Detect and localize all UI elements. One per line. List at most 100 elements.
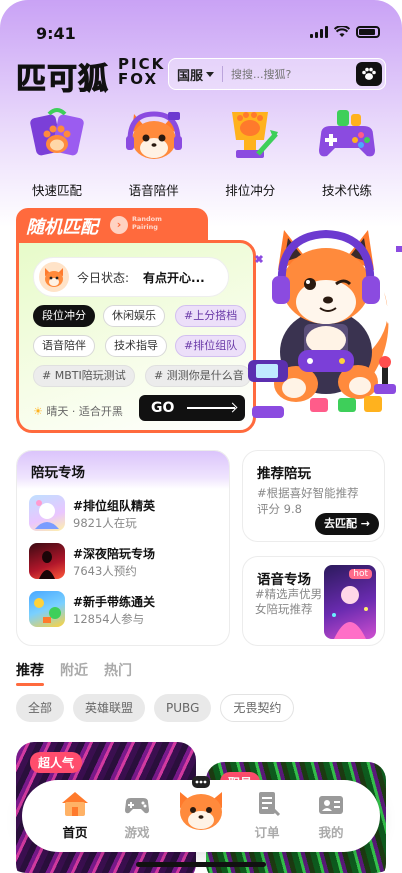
- controller-paw-icon: [25, 104, 89, 168]
- order-doc-icon: [252, 790, 282, 818]
- play-zone-item[interactable]: #深夜陪玩专场 7643人预约: [29, 543, 219, 583]
- go-button[interactable]: GO: [139, 395, 245, 421]
- filter-valorant[interactable]: 无畏契约: [220, 694, 295, 722]
- paw-icon: [362, 67, 376, 80]
- tag-chip[interactable]: 技术指导: [105, 335, 167, 357]
- status-icons: [310, 26, 380, 38]
- tag-chip[interactable]: #上分搭档: [175, 305, 247, 327]
- play-zone-item[interactable]: #排位组队精英 9821人在玩: [29, 495, 219, 535]
- home-indicator: [136, 862, 266, 867]
- nav-profile[interactable]: 我的: [306, 790, 356, 841]
- status-time: 9:41: [36, 24, 76, 43]
- chevron-right-icon: ›: [110, 216, 128, 234]
- play-item-sub: 9821人在玩: [73, 516, 137, 530]
- nav-home-label: 首页: [62, 825, 88, 840]
- filter-all[interactable]: 全部: [16, 694, 65, 722]
- filter-lol[interactable]: 英雄联盟: [73, 694, 146, 722]
- paw-search-button[interactable]: [356, 62, 382, 86]
- logo-cn: 匹可狐: [16, 62, 109, 98]
- play-thumbnail: [29, 495, 65, 531]
- tab-recommend[interactable]: 推荐: [16, 660, 44, 686]
- search-input[interactable]: [231, 67, 350, 81]
- random-match-subtitle: Random Pairing: [132, 215, 162, 231]
- quick-nav: 快速匹配 语音陪伴 排位冲分 技术代练: [12, 104, 392, 199]
- play-item-sub: 12854人参与: [73, 612, 145, 626]
- play-item-name: #排位组队精英: [73, 499, 156, 513]
- logo-en-line2: FOX: [118, 70, 159, 88]
- voice-thumbnail: hot: [324, 565, 376, 639]
- random-match-subtitle-line2: Pairing: [132, 223, 158, 231]
- sun-icon: ☀: [33, 405, 43, 418]
- quick-label: 语音陪伴: [128, 183, 179, 198]
- tab-nearby[interactable]: 附近: [60, 660, 88, 680]
- popular-badge: 超人气: [30, 752, 83, 773]
- tag-chip[interactable]: 休闲娱乐: [103, 305, 165, 327]
- home-icon: [60, 790, 90, 818]
- play-item-name: #新手带练通关: [73, 595, 156, 609]
- hot-badge: hot: [349, 569, 372, 579]
- mood-value: 有点开心...: [143, 270, 205, 285]
- tag-chip[interactable]: 段位冲分: [33, 305, 95, 327]
- play-thumbnail: [29, 591, 65, 627]
- search-bar: 国服: [168, 58, 386, 90]
- random-match-subtitle-line1: Random: [132, 215, 162, 223]
- status-bar: 9:41: [0, 20, 402, 50]
- filter-chips: 全部 英雄联盟 PUBG 无畏契约: [16, 694, 295, 722]
- quick-item-fast-match[interactable]: 快速匹配: [12, 104, 102, 199]
- nav-orders-label: 订单: [254, 825, 280, 840]
- recommend-sub: #根据喜好智能推荐: [257, 486, 359, 500]
- quick-label: 技术代练: [321, 183, 372, 198]
- nav-orders[interactable]: 订单: [242, 790, 292, 841]
- battery-icon: [356, 26, 380, 38]
- random-match-header[interactable]: 随机匹配 › Random Pairing: [16, 208, 208, 244]
- random-match-title: 随机匹配: [26, 217, 98, 238]
- tag-chip[interactable]: #排位组队: [175, 335, 247, 357]
- recommend-card[interactable]: 推荐陪玩 #根据喜好智能推荐 评分 9.8 去匹配 →: [242, 450, 385, 542]
- tag-chip[interactable]: 语音陪伴: [33, 335, 95, 357]
- fox-headset-icon: [122, 104, 186, 168]
- quick-item-voice[interactable]: 语音陪伴: [109, 104, 199, 199]
- mood-status[interactable]: 今日状态: 有点开心...: [33, 257, 229, 297]
- bottom-nav: 首页 游戏 订单 我的: [22, 776, 380, 852]
- voice-sub: #精选声优男女陪玩推荐: [255, 587, 323, 616]
- gamepad-icon: [315, 104, 379, 168]
- recommend-title: 推荐陪玩: [257, 466, 311, 482]
- go-match-button[interactable]: 去匹配 →: [315, 513, 379, 535]
- quick-label: 排位冲分: [225, 183, 276, 198]
- nav-home[interactable]: 首页: [50, 790, 100, 841]
- play-item-name: #深夜陪玩专场: [73, 547, 156, 561]
- nav-games[interactable]: 游戏: [112, 790, 162, 841]
- trophy-paw-icon: [218, 104, 282, 168]
- quick-label: 快速匹配: [31, 183, 82, 198]
- app-screen: 9:41 匹可狐 PICK FOX 国服 搜搜...搜狐? 快速匹配 语音陪伴 …: [0, 0, 402, 873]
- mood-label: 今日状态:: [77, 270, 130, 285]
- nav-profile-label: 我的: [318, 825, 344, 840]
- filter-pubg[interactable]: PUBG: [154, 694, 212, 722]
- play-thumbnail: [29, 543, 65, 579]
- weather-text: 晴天 · 适合开黑: [46, 405, 123, 418]
- play-zone-card: 陪玩专场 #排位组队精英 9821人在玩 #深夜陪玩专场 7643人预约 #新手…: [16, 450, 230, 646]
- fox-center-button[interactable]: [176, 772, 226, 832]
- fox-gamer-mascot: [248, 212, 402, 418]
- quick-item-rank[interactable]: 排位冲分: [205, 104, 295, 199]
- tag-chip[interactable]: # 测测你是什么音: [145, 365, 251, 387]
- feed-tabs: 推荐 附近 热门: [16, 660, 132, 686]
- tab-hot[interactable]: 热门: [104, 660, 132, 680]
- recommend-rating: 评分 9.8: [257, 502, 302, 516]
- quick-item-boost[interactable]: 技术代练: [302, 104, 392, 199]
- wifi-icon: [334, 26, 350, 37]
- play-zone-item[interactable]: #新手带练通关 12854人参与: [29, 591, 219, 631]
- voice-card[interactable]: 语音专场 #精选声优男女陪玩推荐 hot: [242, 556, 385, 646]
- region-select[interactable]: 国服: [169, 65, 215, 84]
- caret-down-icon: [206, 71, 215, 77]
- tag-chip[interactable]: # MBTI陪玩测试: [33, 365, 135, 387]
- weather-row: ☀ 晴天 · 适合开黑: [33, 403, 123, 419]
- logo-en: PICK FOX: [118, 57, 165, 87]
- play-zone-title: 陪玩专场: [31, 465, 85, 481]
- fox-avatar-icon: [39, 262, 69, 292]
- profile-card-icon: [316, 790, 346, 818]
- region-label: 国服: [177, 68, 204, 84]
- signal-icon: [310, 26, 328, 38]
- gamepad-nav-icon: [122, 790, 152, 818]
- arrow-right-icon: [187, 407, 235, 409]
